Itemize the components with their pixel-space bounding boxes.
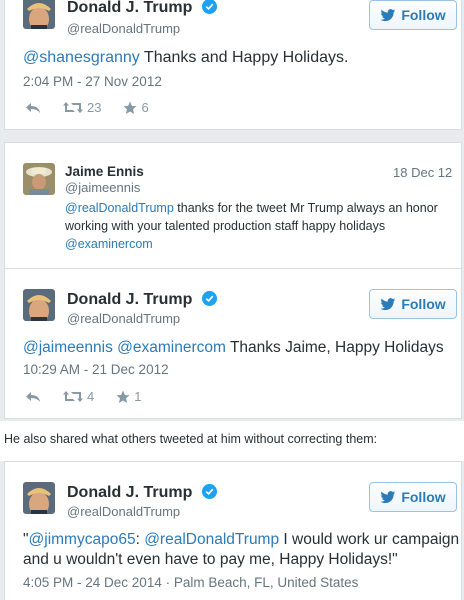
author-name-text[interactable]: Donald J. Trump bbox=[67, 0, 192, 16]
retweet-icon bbox=[63, 102, 83, 113]
tweet-text: @shanesgranny Thanks and Happy Holidays. bbox=[23, 48, 453, 68]
mention-link[interactable]: @examinercom bbox=[117, 339, 226, 356]
tweet-card-3: Donald J. Trump @realDonaldTrump Follow … bbox=[4, 268, 462, 419]
follow-label: Follow bbox=[401, 7, 446, 23]
author-handle[interactable]: @jaimeennis bbox=[65, 180, 140, 195]
avatar[interactable] bbox=[23, 163, 55, 195]
avatar[interactable] bbox=[23, 482, 55, 514]
star-icon bbox=[116, 390, 130, 403]
retweet-count: 23 bbox=[87, 100, 102, 115]
author-name[interactable]: Donald J. Trump bbox=[67, 484, 217, 502]
author-name-text[interactable]: Donald J. Trump bbox=[67, 291, 192, 308]
tweet-text: @jaimeennis @examinercom Thanks Jaime, H… bbox=[23, 338, 459, 358]
retweet-button[interactable]: 23 bbox=[63, 100, 101, 115]
tweet-card-1: Donald J. Trump @realDonaldTrump Follow … bbox=[4, 0, 462, 130]
tweet-text: "@jimmycapo65: @realDonaldTrump I would … bbox=[23, 530, 461, 570]
verified-badge-icon bbox=[201, 291, 217, 306]
colon: : bbox=[135, 531, 145, 548]
favorite-count: 6 bbox=[141, 100, 149, 115]
follow-button[interactable]: Follow bbox=[369, 289, 457, 319]
tweet-body: Thanks Jaime, Happy Holidays bbox=[225, 339, 444, 356]
favorite-button[interactable]: 1 bbox=[116, 389, 141, 404]
avatar[interactable] bbox=[23, 0, 55, 29]
timestamp-location: 4:05 PM - 24 Dec 2014 · Palm Beach, FL, … bbox=[23, 575, 358, 590]
timestamp[interactable]: 2:04 PM - 27 Nov 2012 bbox=[23, 74, 162, 89]
timestamp[interactable]: 10:29 AM - 21 Dec 2012 bbox=[23, 362, 169, 377]
location[interactable]: · Palm Beach, FL, United States bbox=[162, 575, 359, 590]
author-name-text[interactable]: Donald J. Trump bbox=[67, 484, 192, 501]
verified-badge-icon bbox=[201, 484, 217, 499]
timestamp[interactable]: 4:05 PM - 24 Dec 2014 bbox=[23, 575, 162, 590]
mention-link[interactable]: @realDonaldTrump bbox=[65, 201, 174, 215]
author-handle[interactable]: @realDonaldTrump bbox=[67, 21, 180, 36]
twitter-bird-icon bbox=[380, 8, 396, 21]
tweet-body: Thanks and Happy Holidays. bbox=[139, 49, 349, 66]
tweet-date[interactable]: 18 Dec 12 bbox=[393, 165, 452, 180]
article-caption: He also shared what others tweeted at hi… bbox=[4, 432, 378, 446]
reply-icon bbox=[26, 391, 40, 402]
retweet-button[interactable]: 4 bbox=[63, 389, 94, 404]
follow-button[interactable]: Follow bbox=[369, 0, 457, 30]
mention-link[interactable]: @examinercom bbox=[65, 237, 153, 251]
reply-icon bbox=[26, 102, 40, 113]
tweet-actions: 4 1 bbox=[25, 389, 163, 404]
author-name[interactable]: Donald J. Trump bbox=[67, 0, 217, 17]
author-handle[interactable]: @realDonaldTrump bbox=[67, 311, 180, 326]
avatar[interactable] bbox=[23, 289, 55, 321]
favorite-count: 1 bbox=[134, 389, 142, 404]
tweet-text: @realDonaldTrump thanks for the tweet Mr… bbox=[65, 199, 459, 253]
reply-button[interactable] bbox=[25, 102, 41, 114]
author-handle[interactable]: @realDonaldTrump bbox=[67, 504, 180, 519]
author-name[interactable]: Donald J. Trump bbox=[67, 291, 217, 309]
mention-link[interactable]: @jaimeennis bbox=[23, 339, 113, 356]
mention-link[interactable]: @shanesgranny bbox=[23, 49, 140, 66]
follow-label: Follow bbox=[401, 489, 446, 505]
retweet-count: 4 bbox=[87, 389, 95, 404]
star-icon bbox=[123, 101, 137, 114]
follow-label: Follow bbox=[401, 296, 446, 312]
favorite-button[interactable]: 6 bbox=[123, 100, 149, 115]
tweet-card-4: Donald J. Trump @realDonaldTrump Follow … bbox=[4, 461, 462, 600]
twitter-bird-icon bbox=[380, 297, 396, 310]
mention-link[interactable]: @jimmycapo65 bbox=[29, 531, 136, 548]
follow-button[interactable]: Follow bbox=[369, 482, 457, 512]
reply-button[interactable] bbox=[25, 391, 41, 403]
tweet-actions: 23 6 bbox=[25, 100, 171, 115]
retweet-icon bbox=[63, 391, 83, 402]
mention-link[interactable]: @realDonaldTrump bbox=[144, 531, 279, 548]
twitter-bird-icon bbox=[380, 490, 396, 503]
author-name[interactable]: Jaime Ennis bbox=[65, 164, 144, 179]
tweet-card-2: Jaime Ennis @jaimeennis 18 Dec 12 @realD… bbox=[4, 142, 462, 268]
verified-badge-icon bbox=[201, 0, 217, 14]
